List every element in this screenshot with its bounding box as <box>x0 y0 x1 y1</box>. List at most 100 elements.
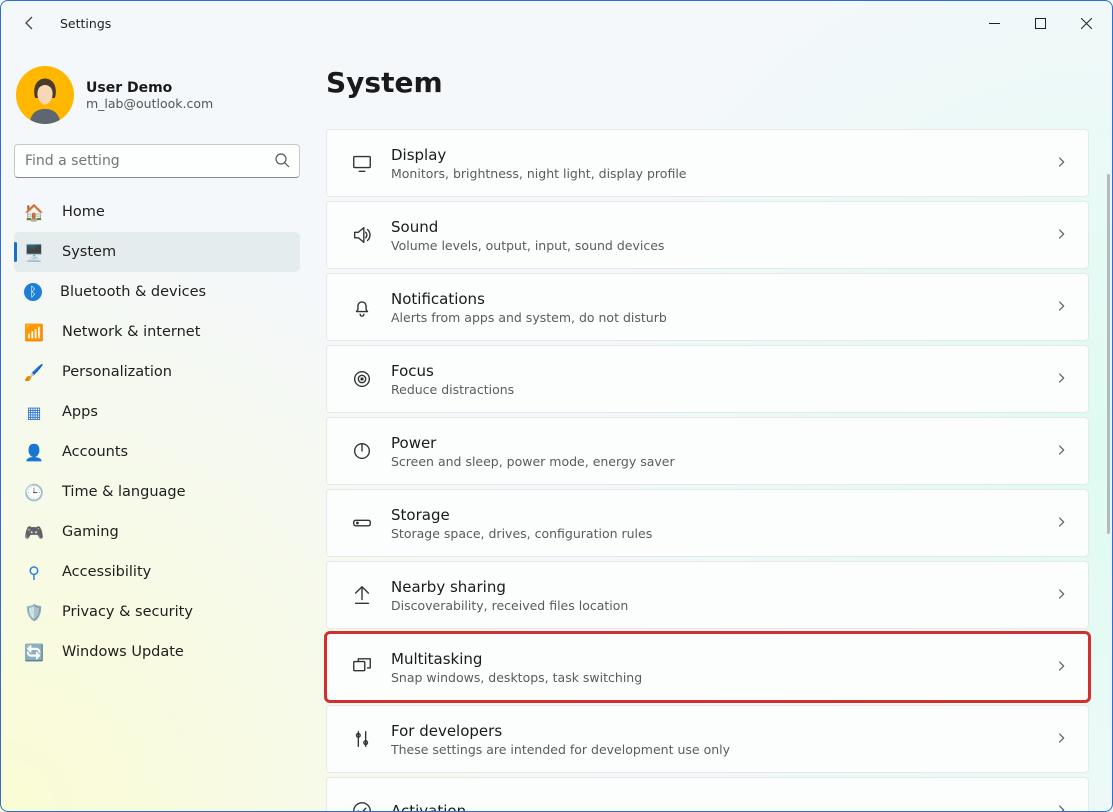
nav-item-gaming[interactable]: 🎮 Gaming <box>14 512 300 552</box>
card-nearby[interactable]: Nearby sharing Discoverability, received … <box>326 561 1089 629</box>
focus-icon <box>341 368 383 390</box>
avatar <box>16 66 74 124</box>
chevron-right-icon <box>1054 802 1068 812</box>
chevron-right-icon <box>1054 514 1068 533</box>
card-subtitle: Alerts from apps and system, do not dist… <box>391 310 1054 325</box>
card-title: Multitasking <box>391 650 1054 668</box>
app-title: Settings <box>60 16 111 31</box>
card-subtitle: These settings are intended for developm… <box>391 742 1054 757</box>
card-title: Notifications <box>391 290 1054 308</box>
left-pane: User Demo m_lab@outlook.com 🏠 Home 🖥️ Syste… <box>0 46 314 812</box>
titlebar: Settings <box>0 0 1113 46</box>
nav-item-label: System <box>62 244 116 260</box>
personalization-icon: 🖌️ <box>24 362 44 382</box>
card-subtitle: Volume levels, output, input, sound devi… <box>391 238 1054 253</box>
gaming-icon: 🎮 <box>24 522 44 542</box>
home-icon: 🏠 <box>24 202 44 222</box>
card-power[interactable]: Power Screen and sleep, power mode, energ… <box>326 417 1089 485</box>
card-focus[interactable]: Focus Reduce distractions <box>326 345 1089 413</box>
card-storage[interactable]: Storage Storage space, drives, configurat… <box>326 489 1089 557</box>
nav-item-time[interactable]: 🕒 Time & language <box>14 472 300 512</box>
profile-block[interactable]: User Demo m_lab@outlook.com <box>14 58 300 140</box>
nav-item-label: Windows Update <box>62 644 184 660</box>
nav-item-system[interactable]: 🖥️ System <box>14 232 300 272</box>
window-controls <box>971 7 1109 39</box>
nav-list: 🏠 Home 🖥️ System ᛒ Bluetooth & devices 📶 Networ… <box>14 192 300 672</box>
nav-item-update[interactable]: 🔄 Windows Update <box>14 632 300 672</box>
back-button[interactable] <box>14 7 46 39</box>
card-activation[interactable]: Activation <box>326 777 1089 812</box>
update-icon: 🔄 <box>24 642 44 662</box>
card-subtitle: Monitors, brightness, night light, displ… <box>391 166 1054 181</box>
nav-item-label: Gaming <box>62 524 119 540</box>
system-icon: 🖥️ <box>24 242 44 262</box>
nav-item-privacy[interactable]: 🛡️ Privacy & security <box>14 592 300 632</box>
card-title: Display <box>391 146 1054 164</box>
maximize-button[interactable] <box>1017 7 1063 39</box>
user-email: m_lab@outlook.com <box>86 96 213 111</box>
nav-item-bluetooth[interactable]: ᛒ Bluetooth & devices <box>14 272 300 312</box>
card-developers[interactable]: For developers These settings are intende… <box>326 705 1089 773</box>
card-title: For developers <box>391 722 1054 740</box>
time-icon: 🕒 <box>24 482 44 502</box>
card-notifications[interactable]: Notifications Alerts from apps and system… <box>326 273 1089 341</box>
card-display[interactable]: Display Monitors, brightness, night light… <box>326 129 1089 197</box>
scrollbar-thumb[interactable] <box>1107 174 1111 534</box>
notifications-icon <box>341 296 383 318</box>
nav-item-accessibility[interactable]: ⚲ Accessibility <box>14 552 300 592</box>
nav-item-accounts[interactable]: 👤Accounts <box>14 432 300 472</box>
accessibility-icon: ⚲ <box>24 562 44 582</box>
settings-card-list: Display Monitors, brightness, night light… <box>326 129 1089 812</box>
chevron-right-icon <box>1054 298 1068 317</box>
nav-item-label: Apps <box>62 404 98 420</box>
multitasking-icon <box>341 656 383 678</box>
chevron-right-icon <box>1054 226 1068 245</box>
nav-item-label: Accessibility <box>62 564 151 580</box>
card-title: Sound <box>391 218 1054 236</box>
avatar-illustration-icon <box>19 72 71 124</box>
card-subtitle: Snap windows, desktops, task switching <box>391 670 1054 685</box>
card-subtitle: Discoverability, received files location <box>391 598 1054 613</box>
card-subtitle: Storage space, drives, configuration rul… <box>391 526 1054 541</box>
page-title: System <box>326 66 1089 99</box>
search-input[interactable] <box>14 144 300 178</box>
main-content: System Display Monitors, brightness, nigh… <box>314 46 1113 812</box>
activation-icon <box>341 800 383 812</box>
nav-item-label: Privacy & security <box>62 604 193 620</box>
nav-item-home[interactable]: 🏠 Home <box>14 192 300 232</box>
card-title: Power <box>391 434 1054 452</box>
power-icon <box>341 440 383 462</box>
accounts-icon: 👤 <box>24 442 44 462</box>
nav-item-label: Personalization <box>62 364 172 380</box>
nav-item-label: Home <box>62 204 105 220</box>
sound-icon <box>341 224 383 246</box>
nav-item-apps[interactable]: ▦ Apps <box>14 392 300 432</box>
card-title: Activation <box>391 802 1054 812</box>
card-multitasking[interactable]: Multitasking Snap windows, desktops, task… <box>326 633 1089 701</box>
nav-item-network[interactable]: 📶 Network & internet <box>14 312 300 352</box>
nav-item-personalization[interactable]: 🖌️ Personalization <box>14 352 300 392</box>
apps-icon: ▦ <box>24 402 44 422</box>
maximize-icon <box>1035 18 1046 29</box>
nearby-icon <box>341 584 383 606</box>
privacy-icon: 🛡️ <box>24 602 44 622</box>
card-subtitle: Screen and sleep, power mode, energy sav… <box>391 454 1054 469</box>
minimize-button[interactable] <box>971 7 1017 39</box>
card-title: Nearby sharing <box>391 578 1054 596</box>
card-title: Focus <box>391 362 1054 380</box>
nav-item-label: Bluetooth & devices <box>60 284 206 300</box>
network-icon: 📶 <box>24 322 44 342</box>
chevron-right-icon <box>1054 730 1068 749</box>
card-title: Storage <box>391 506 1054 524</box>
nav-item-label: Network & internet <box>62 324 200 340</box>
card-subtitle: Reduce distractions <box>391 382 1054 397</box>
search-field[interactable] <box>14 144 300 178</box>
search-icon <box>274 152 290 172</box>
minimize-icon <box>989 18 1000 29</box>
bluetooth-icon: ᛒ <box>24 283 42 301</box>
chevron-right-icon <box>1054 658 1068 677</box>
user-name: User Demo <box>86 80 213 96</box>
card-sound[interactable]: Sound Volume levels, output, input, sound… <box>326 201 1089 269</box>
nav-item-label: Time & language <box>62 484 186 500</box>
close-button[interactable] <box>1063 7 1109 39</box>
